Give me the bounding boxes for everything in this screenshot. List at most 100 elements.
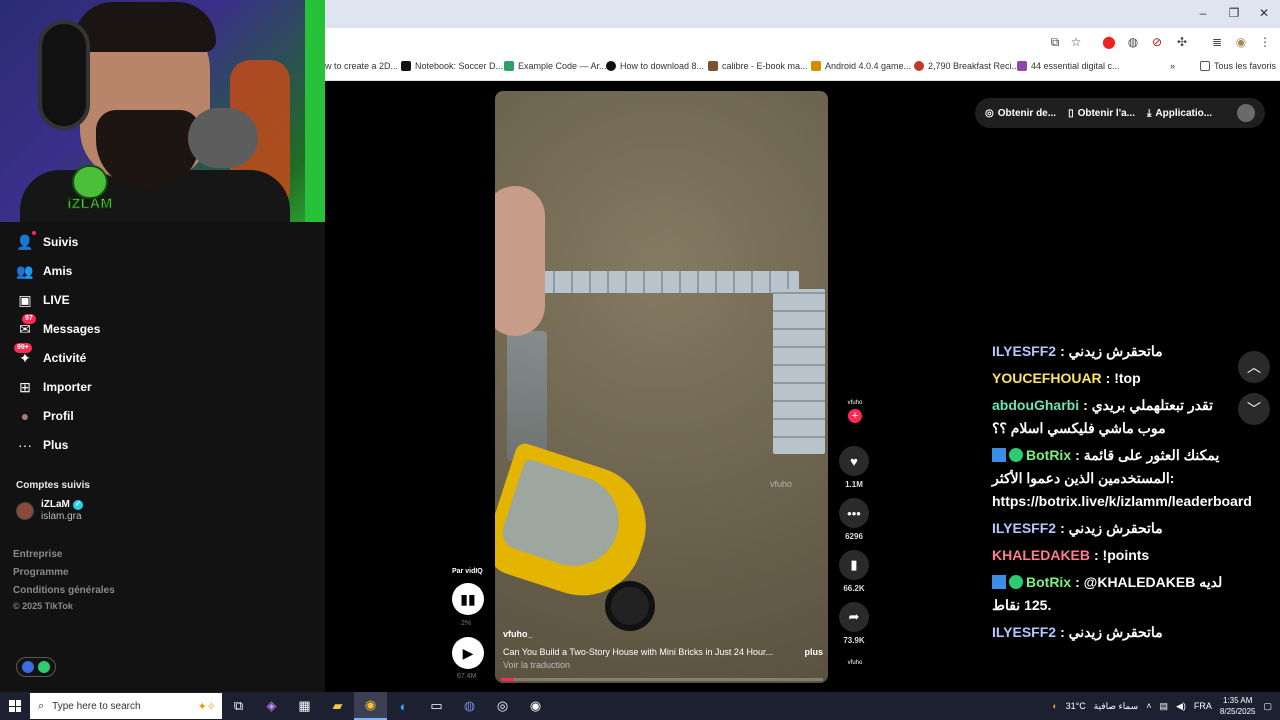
calibre-icon (708, 61, 718, 71)
store-icon[interactable]: ▦ (288, 692, 321, 720)
puzzle-icon[interactable]: ✣ (1174, 34, 1190, 50)
sidebar-item-importer[interactable]: ⊞ Importer (16, 377, 92, 397)
previous-video-button[interactable]: ︿ (1238, 351, 1270, 383)
get-app-button[interactable]: ▯ Obtenir l'a... (1068, 108, 1135, 119)
sidebar-item-live[interactable]: ▣ LIVE (16, 290, 69, 310)
bookmark-item[interactable]: How to download 8... (606, 61, 704, 71)
bookmark-item[interactable]: Notebook: Soccer D... (401, 61, 503, 71)
chat-username[interactable]: BotRix (1026, 574, 1071, 590)
all-bookmarks[interactable]: Tous les favoris (1200, 61, 1276, 71)
chat-username[interactable]: abdouGharbi (992, 397, 1079, 413)
save-count: 66.2K (843, 584, 865, 593)
headset-icon (38, 20, 90, 130)
extension-gray-icon[interactable]: ◍ (1125, 34, 1141, 50)
video-progress-bar[interactable] (501, 678, 823, 681)
temperature[interactable]: 31°C (1066, 701, 1086, 711)
footer-link-entreprise[interactable]: Entreprise (13, 549, 62, 560)
chat-username[interactable]: BotRix (1026, 447, 1071, 463)
bookmark-item[interactable]: Android 4.0.4 game... (811, 61, 911, 71)
bookmark-item[interactable]: Example Code — Ar... (504, 61, 607, 71)
sidebar-item-suivis[interactable]: 👤 Suivis (16, 231, 78, 252)
like-action[interactable]: ♥ 1.1M (839, 446, 869, 489)
music-disc-icon[interactable]: vfuho (844, 659, 866, 681)
comment-icon[interactable]: ••• (839, 498, 869, 528)
terminal-icon[interactable]: ▭ (420, 692, 453, 720)
bookmark-icon[interactable]: ▮ (839, 550, 869, 580)
chat-username[interactable]: ILYESFF2 (992, 520, 1056, 536)
bookmark-item[interactable]: 44 essential digital c... (1017, 61, 1120, 71)
stream-chat: ILYESFF2: ماتحقرش زيدني YOUCEFHOUAR: !top… (992, 340, 1252, 648)
sidebar-item-amis[interactable]: 👥 Amis (16, 261, 72, 281)
minimize-icon[interactable]: – (1195, 6, 1211, 20)
bookmarks-overflow-icon[interactable]: » (1170, 61, 1175, 71)
video-username[interactable]: vfuho_ (503, 629, 533, 639)
notifications-icon[interactable]: ▢ (1263, 701, 1272, 712)
caption-more-link[interactable]: plus (804, 647, 823, 657)
sidebar-item-profil[interactable]: ● Profil (16, 406, 74, 426)
close-icon[interactable]: ✕ (1256, 6, 1272, 20)
bookmark-item[interactable]: w to create a 2D... (325, 61, 398, 71)
bookmarks-bar: w to create a 2D... Notebook: Soccer D..… (325, 56, 1280, 81)
extension-red-icon[interactable]: ⬤ (1101, 34, 1117, 50)
footer-link-programme[interactable]: Programme (13, 567, 69, 578)
file-explorer-icon[interactable]: ▰ (321, 692, 354, 720)
translate-link[interactable]: Voir la traduction (503, 660, 570, 670)
clock[interactable]: 1:35 AM 8/25/2025 (1220, 695, 1256, 717)
share-action[interactable]: ➦ 73.9K (839, 602, 869, 645)
extension-toggle[interactable] (16, 657, 56, 677)
share-icon[interactable]: ➦ (839, 602, 869, 632)
chrome-icon[interactable]: ◉ (354, 692, 387, 720)
sidebar-item-messages[interactable]: ✉ 97 Messages (16, 314, 100, 339)
heart-icon[interactable]: ♥ (839, 446, 869, 476)
reading-list-icon[interactable]: ≣ (1209, 34, 1225, 50)
footer-link-conditions[interactable]: Conditions générales (13, 585, 115, 596)
block-icon[interactable]: ⊘ (1149, 34, 1165, 50)
bookmark-item[interactable]: calibre - E-book ma... (708, 61, 808, 71)
logo-face-icon (72, 165, 108, 199)
profile-icon: ● (20, 408, 30, 424)
task-view-icon[interactable]: ⧉ (222, 692, 255, 720)
network-icon[interactable]: ▤ (1159, 701, 1168, 712)
chat-text: : ماتحقرش زيدني (1060, 520, 1163, 536)
activity-icon: ✦ 99+ (14, 343, 34, 367)
obs-icon[interactable]: ◎ (486, 692, 519, 720)
volume-icon[interactable]: ◀) (1176, 701, 1186, 712)
comment-action[interactable]: ••• 6296 (839, 498, 869, 541)
tray-overflow-icon[interactable]: ˄ (1146, 701, 1151, 711)
friends-icon: 👥 (16, 262, 34, 279)
chat-username[interactable]: ILYESFF2 (992, 343, 1056, 359)
follow-plus-icon[interactable]: + (848, 409, 862, 423)
language-indicator[interactable]: FRA (1194, 701, 1212, 711)
sidebar-item-plus[interactable]: ··· Plus (16, 435, 68, 455)
next-video-button[interactable]: ﹀ (1238, 393, 1270, 425)
start-button[interactable] (0, 692, 30, 720)
vidiq-stats-button[interactable]: ▮▮ (452, 583, 484, 615)
copilot-icon[interactable]: ◈ (255, 692, 288, 720)
install-icon[interactable]: ⧉ (1047, 34, 1063, 50)
taskbar-search[interactable]: ⌕ Type here to search ✦✧ (30, 693, 222, 719)
search-input[interactable]: Type here to search (52, 701, 197, 712)
logo-text: iZLAM (67, 195, 113, 212)
save-action[interactable]: ▮ 66.2K (839, 550, 869, 593)
play-button[interactable]: ▶ (452, 637, 484, 669)
avatar[interactable] (1237, 104, 1255, 122)
video-player[interactable]: vfuho vfuho_ Can You Build a Two-Story H… (495, 91, 828, 683)
star-icon[interactable]: ☆ (1068, 34, 1084, 50)
maximize-icon[interactable]: ❐ (1226, 6, 1242, 20)
desktop-app-button[interactable]: ⤓ Applicatio... (1147, 108, 1212, 119)
app-icon[interactable]: ◉ (519, 692, 552, 720)
followed-account[interactable]: iZLaM ✓ islam.gra (16, 499, 83, 522)
creator-avatar[interactable]: vfuho + (843, 399, 867, 423)
chat-username[interactable]: ILYESFF2 (992, 624, 1056, 640)
discord-icon[interactable]: ◍ (453, 692, 486, 720)
get-coins-button[interactable]: ◎ Obtenir de... (985, 108, 1056, 119)
edge-icon[interactable]: ◐ (387, 692, 420, 720)
profile-avatar-icon[interactable]: ◉ (1233, 34, 1249, 50)
video-progress-fill (501, 678, 514, 681)
chat-username[interactable]: KHALEDAKEB (992, 547, 1090, 563)
weather-text[interactable]: سماء صافية (1094, 701, 1138, 712)
chat-username[interactable]: YOUCEFHOUAR (992, 370, 1102, 386)
bookmark-item[interactable]: 2,790 Breakfast Reci... (914, 61, 1019, 71)
kebab-menu-icon[interactable]: ⋮ (1257, 34, 1273, 50)
sidebar-item-activite[interactable]: ✦ 99+ Activité (14, 343, 86, 368)
